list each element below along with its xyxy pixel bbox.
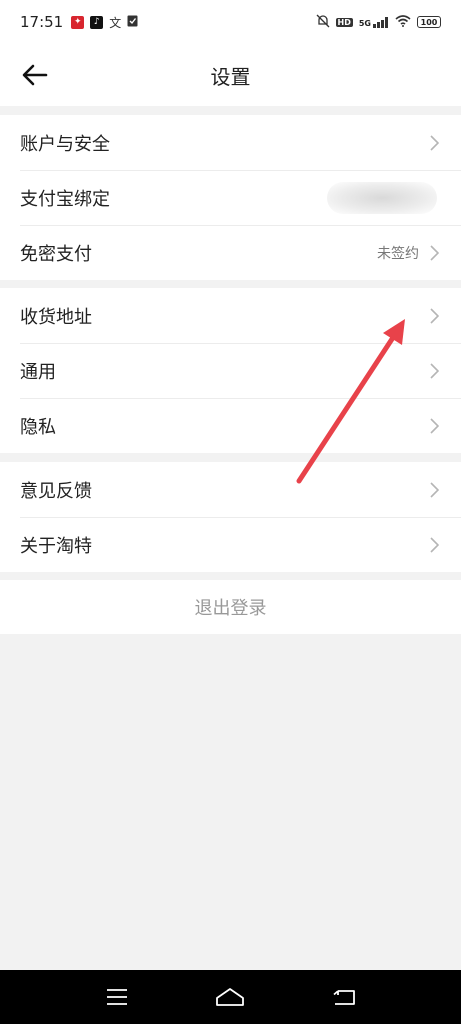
menu-button[interactable]	[97, 977, 137, 1017]
status-bar: 17:51 ✦ ♪ 文 HD 5G 100	[0, 0, 461, 44]
blurred-account-info	[327, 182, 437, 214]
settings-item-general[interactable]: 通用	[0, 343, 461, 398]
wifi-icon	[395, 14, 411, 30]
settings-item-label: 免密支付	[20, 243, 92, 265]
settings-item-label: 意见反馈	[20, 480, 92, 502]
chevron-right-icon	[427, 244, 441, 262]
hd-badge: HD	[335, 17, 353, 27]
settings-item-label: 通用	[20, 361, 56, 383]
settings-item-password-free-payment[interactable]: 免密支付 未签约	[0, 225, 461, 280]
return-icon	[333, 990, 356, 1005]
status-time: 17:51	[20, 13, 64, 31]
logout-label: 退出登录	[194, 598, 267, 619]
app-notification-icon: ✦	[71, 15, 85, 29]
cellular-icon: 5G	[358, 16, 389, 28]
settings-item-privacy[interactable]: 隐私	[0, 398, 461, 453]
logout-button[interactable]: 退出登录	[0, 580, 461, 634]
settings-group-about: 意见反馈 关于淘特	[0, 462, 461, 572]
network-type: 5G	[358, 18, 371, 28]
system-nav-bar	[0, 970, 461, 1024]
settings-item-shipping-address[interactable]: 收货地址	[0, 288, 461, 343]
chevron-right-icon	[427, 307, 441, 325]
clipboard-icon	[127, 13, 138, 31]
settings-group-account: 账户与安全 支付宝绑定 免密支付 未签约	[0, 115, 461, 280]
chevron-right-icon	[427, 134, 441, 152]
translate-icon: 文	[109, 15, 122, 30]
settings-item-label: 账户与安全	[20, 133, 110, 155]
page-title: 设置	[210, 64, 251, 89]
chevron-right-icon	[427, 536, 441, 554]
settings-item-account-security[interactable]: 账户与安全	[0, 115, 461, 170]
settings-item-label: 隐私	[20, 416, 56, 438]
status-right: HD 5G 100	[316, 14, 441, 31]
home-icon	[216, 988, 245, 1006]
notification-icons: ✦ ♪ 文	[71, 13, 138, 31]
menu-icon	[106, 989, 127, 1005]
mute-icon	[316, 14, 330, 31]
back-button[interactable]	[18, 58, 52, 92]
back-nav-button[interactable]	[324, 977, 364, 1017]
arrow-left-icon	[22, 64, 48, 86]
settings-item-about[interactable]: 关于淘特	[0, 517, 461, 572]
nav-bar: 设置	[0, 44, 461, 106]
settings-item-status: 未签约	[377, 245, 419, 262]
settings-group-general: 收货地址 通用 隐私	[0, 288, 461, 453]
settings-item-feedback[interactable]: 意见反馈	[0, 462, 461, 517]
battery-icon: 100	[417, 16, 441, 28]
chevron-right-icon	[427, 417, 441, 435]
home-button[interactable]	[210, 977, 250, 1017]
settings-item-alipay-binding[interactable]: 支付宝绑定	[0, 170, 461, 225]
chevron-right-icon	[427, 481, 441, 499]
chevron-right-icon	[427, 362, 441, 380]
settings-item-label: 收货地址	[20, 306, 92, 328]
settings-item-label: 关于淘特	[20, 535, 92, 557]
tiktok-icon: ♪	[90, 15, 104, 29]
